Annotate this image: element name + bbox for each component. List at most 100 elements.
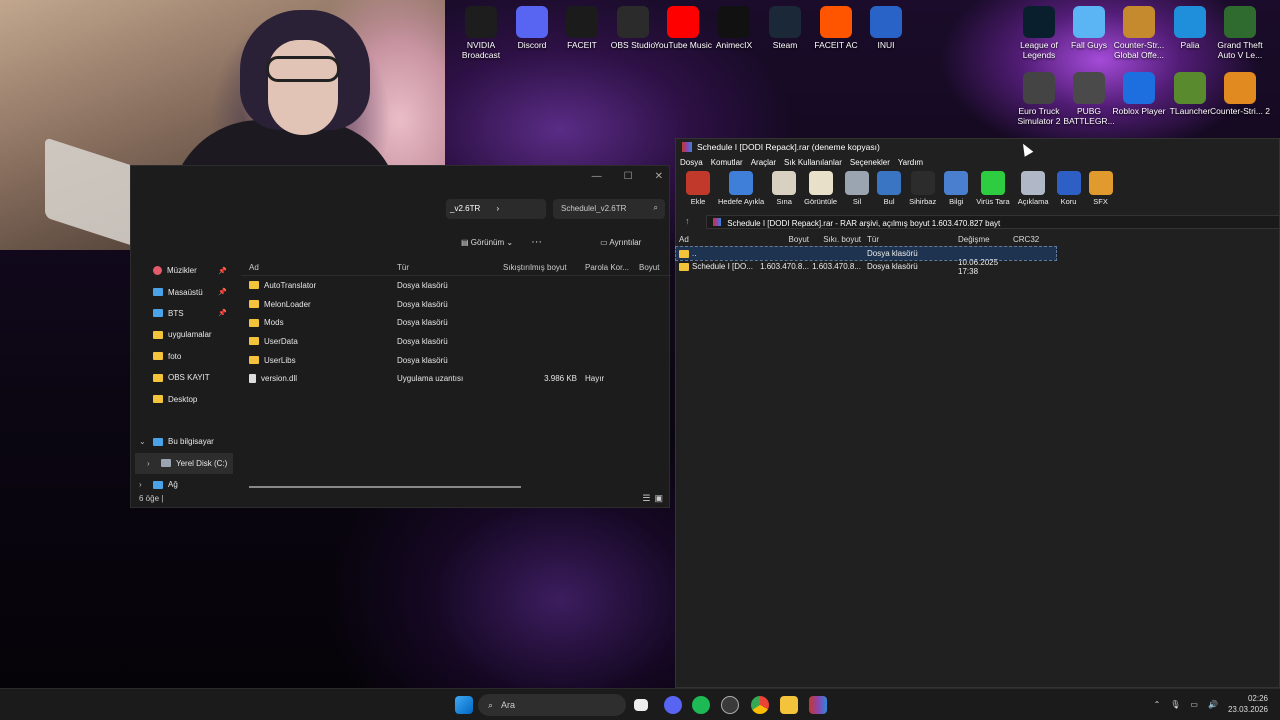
- sidebar-item[interactable]: › Yerel Disk (C:): [135, 452, 233, 474]
- winrar-taskbar-icon[interactable]: [809, 696, 827, 714]
- menu-item[interactable]: Seçenekler: [850, 158, 890, 167]
- menu-item[interactable]: Araçlar: [751, 158, 776, 167]
- column-password[interactable]: Parola Kor...: [581, 263, 635, 272]
- up-folder-icon[interactable]: ↑: [685, 216, 690, 226]
- desktop-shortcut[interactable]: Grand Theft Auto V Le...: [1210, 6, 1270, 60]
- view-button[interactable]: ▤ Görünüm ⌄: [461, 238, 513, 247]
- table-row[interactable]: MelonLoader Dosya klasörü: [241, 295, 671, 314]
- sidebar-item[interactable]: foto: [135, 346, 233, 367]
- spotify-taskbar-icon[interactable]: [692, 696, 710, 714]
- table-row[interactable]: Schedule I [DO... 1.603.470.8... 1.603.470…: [676, 258, 1056, 276]
- details-pane-button[interactable]: ▭ Ayrıntılar: [600, 238, 641, 247]
- view-book-icon: [808, 171, 833, 195]
- tiles-view-icon[interactable]: ▣: [654, 493, 663, 504]
- horizontal-scrollbar[interactable]: [249, 486, 521, 488]
- address-bar[interactable]: _v2.6TR ›: [446, 199, 546, 219]
- column-name[interactable]: Ad: [676, 235, 754, 244]
- virus-scan-icon: [980, 171, 1005, 195]
- desktop-shortcut[interactable]: INUI: [856, 6, 916, 50]
- column-modified[interactable]: Değişme: [944, 235, 1010, 244]
- toolbar-button[interactable]: Hedefe Ayıkla: [718, 171, 764, 213]
- explorer-titlebar[interactable]: — ☐ ✕: [131, 166, 669, 190]
- toolbar-button[interactable]: Bilgi: [944, 171, 969, 213]
- desktop-shortcut[interactable]: Counter-Stri... 2: [1210, 72, 1270, 116]
- chevron-right-icon[interactable]: ›: [139, 480, 142, 489]
- menu-item[interactable]: Komutlar: [711, 158, 743, 167]
- fall-guys-icon: [1073, 6, 1105, 38]
- toolbar-button-label: Bilgi: [949, 197, 964, 206]
- chevron-right-icon[interactable]: ›: [496, 204, 499, 213]
- sidebar-item[interactable]: Desktop: [135, 388, 233, 409]
- close-icon[interactable]: ✕: [655, 171, 663, 182]
- column-packed-size[interactable]: Sıkı. boyut: [812, 235, 864, 244]
- column-name[interactable]: Ad: [241, 263, 393, 272]
- archive-path-bar[interactable]: Schedule I [DODI Repack].rar - RAR arşiv…: [706, 215, 1280, 229]
- winrar-toolbar: Ekle Hedefe Ayıkla Sına Görüntüle Sil Bul Sihi…: [676, 169, 1279, 213]
- sidebar-item[interactable]: Müzikler 📌: [135, 260, 233, 281]
- table-row[interactable]: UserData Dosya klasörü: [241, 332, 671, 351]
- sidebar-item[interactable]: uygulamalar: [135, 324, 233, 345]
- column-compressed-size[interactable]: Sıkıştırılmış boyut: [499, 263, 581, 272]
- details-view-icon[interactable]: ☰: [642, 493, 650, 504]
- find-icon: [877, 171, 902, 195]
- toolbar-button[interactable]: Koru: [1056, 171, 1081, 213]
- youtube-music-icon: [667, 6, 699, 38]
- table-row[interactable]: AutoTranslator Dosya klasörü: [241, 276, 671, 295]
- toolbar-button[interactable]: Sil: [845, 171, 870, 213]
- sidebar-item: [135, 410, 233, 431]
- winrar-titlebar[interactable]: Schedule I [DODI Repack].rar (deneme kop…: [676, 139, 1279, 155]
- toolbar-button[interactable]: Ekle: [686, 171, 710, 213]
- more-options-button[interactable]: ···: [531, 236, 542, 248]
- folder-icon: [249, 356, 259, 365]
- menu-item[interactable]: Yardım: [898, 158, 923, 167]
- file-explorer-taskbar-icon[interactable]: [780, 696, 798, 714]
- column-crc32[interactable]: CRC32: [1010, 235, 1050, 244]
- toolbar-button[interactable]: Sına: [772, 171, 797, 213]
- rar-archive-icon: [713, 218, 721, 226]
- volume-icon[interactable]: 🔊: [1208, 700, 1218, 709]
- toolbar-button[interactable]: Sihirbaz: [909, 171, 936, 213]
- sidebar-item[interactable]: OBS KAYIT: [135, 367, 233, 388]
- search-icon[interactable]: ⌕: [654, 203, 658, 213]
- column-size[interactable]: Boyut: [754, 235, 812, 244]
- toolbar-button[interactable]: Virüs Tara: [976, 171, 1010, 213]
- obs-taskbar-icon[interactable]: [721, 696, 739, 714]
- discord-taskbar-icon[interactable]: [664, 696, 682, 714]
- toolbar-button[interactable]: Açıklama: [1018, 171, 1049, 213]
- sidebar-item[interactable]: BTS 📌: [135, 303, 233, 324]
- minimize-icon[interactable]: —: [592, 171, 602, 182]
- task-view-icon[interactable]: [634, 699, 648, 711]
- menu-item[interactable]: Sık Kullanılanlar: [784, 158, 842, 167]
- sidebar-item-label: Yerel Disk (C:): [176, 458, 228, 468]
- toolbar-button[interactable]: Görüntüle: [804, 171, 837, 213]
- taskbar-search[interactable]: ⌕ Ara: [478, 694, 626, 716]
- table-row[interactable]: UserLibs Dosya klasörü: [241, 351, 671, 370]
- table-row[interactable]: version.dll Uygulama uzantısı 3.986 KB Hayı…: [241, 369, 671, 388]
- column-type[interactable]: Tür: [864, 235, 944, 244]
- search-input[interactable]: Schedulel_v2.6TR ⌕: [553, 199, 665, 219]
- toolbar-button-label: Bul: [883, 197, 895, 206]
- maximize-icon[interactable]: ☐: [624, 171, 633, 182]
- column-type[interactable]: Tür: [393, 263, 499, 272]
- sidebar-item[interactable]: Masaüstü 📌: [135, 281, 233, 302]
- chevron-up-icon[interactable]: ⌃: [1154, 700, 1161, 709]
- sidebar-item[interactable]: › Ağ: [135, 474, 233, 495]
- network-icon[interactable]: ▭: [1190, 700, 1198, 709]
- desktop-shortcut-label: INUI: [877, 40, 895, 50]
- chrome-taskbar-icon[interactable]: [751, 696, 769, 714]
- gta-icon: [1224, 6, 1256, 38]
- menu-item[interactable]: Dosya: [680, 158, 703, 167]
- chevron-right-icon[interactable]: ›: [147, 459, 150, 468]
- column-size[interactable]: Boyut: [635, 263, 671, 272]
- sidebar-item[interactable]: ⌄ Bu bilgisayar: [135, 431, 233, 452]
- chevron-down-icon[interactable]: ⌄: [139, 437, 146, 446]
- breadcrumb[interactable]: _v2.6TR: [450, 204, 480, 213]
- toolbar-button[interactable]: Bul: [877, 171, 902, 213]
- clock[interactable]: 02:26 23.03.2026: [1228, 693, 1268, 715]
- folder-icon: [249, 300, 259, 309]
- palia-icon: [1174, 6, 1206, 38]
- windows-start-icon[interactable]: [455, 696, 473, 714]
- toolbar-button[interactable]: SFX: [1088, 171, 1113, 213]
- table-row[interactable]: Mods Dosya klasörü: [241, 313, 671, 332]
- microphone-icon[interactable]: 🎙: [1170, 700, 1180, 709]
